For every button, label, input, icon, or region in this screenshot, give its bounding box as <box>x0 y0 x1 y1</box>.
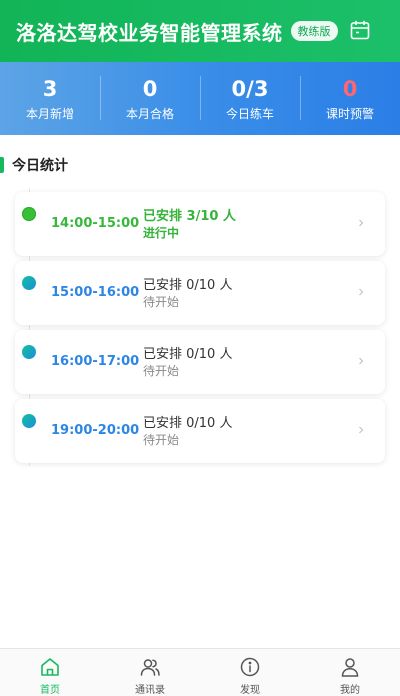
home-icon <box>41 658 59 676</box>
calendar-icon[interactable] <box>350 20 370 40</box>
arranged-count: 已安排 0/10 人 <box>143 416 233 431</box>
section-accent-bar <box>0 157 4 173</box>
section-header: 今日统计 <box>0 156 68 174</box>
chevron-right-icon <box>359 357 364 365</box>
tab-label: 发现 <box>240 685 260 696</box>
tab-label: 我的 <box>340 685 360 696</box>
stats-panel: 3 本月新增 0 本月合格 0/3 今日练车 0 课时预警 <box>0 62 400 135</box>
time-slot: 15:00-16:00 <box>51 285 140 300</box>
role-badge: 教练版 <box>290 21 338 41</box>
app-header: 洛洛达驾校业务智能管理系统 教练版 <box>0 0 400 62</box>
stat-label: 今日练车 <box>225 106 274 121</box>
schedule-card[interactable]: 15:00-16:00 已安排 0/10 人 待开始 <box>15 261 385 325</box>
arranged-count: 已安排 3/10 人 <box>143 209 236 224</box>
slot-info: 已安排 3/10 人 进行中 <box>143 208 236 242</box>
stat-hours-warning[interactable]: 0 课时预警 <box>300 62 400 135</box>
stat-value: 0/3 <box>231 76 269 101</box>
stat-label: 课时预警 <box>325 106 374 121</box>
schedule-card[interactable]: 14:00-15:00 已安排 3/10 人 进行中 <box>15 192 385 256</box>
chevron-right-icon <box>359 219 364 227</box>
arranged-count: 已安排 0/10 人 <box>143 347 233 362</box>
slot-info: 已安排 0/10 人 待开始 <box>143 415 232 449</box>
tab-discover[interactable]: 发现 <box>200 649 300 696</box>
slot-status: 待开始 <box>143 433 180 447</box>
tab-profile[interactable]: 我的 <box>300 649 400 696</box>
status-dot <box>22 207 36 221</box>
bottom-tab-bar: 首页 通讯录 发现 我的 <box>0 648 400 696</box>
tab-label: 首页 <box>40 685 60 696</box>
status-dot <box>22 276 36 290</box>
schedule-card[interactable]: 16:00-17:00 已安排 0/10 人 待开始 <box>15 330 385 394</box>
tab-home[interactable]: 首页 <box>0 649 100 696</box>
schedule-card[interactable]: 19:00-20:00 已安排 0/10 人 待开始 <box>15 399 385 463</box>
chevron-right-icon <box>359 288 364 296</box>
slot-status: 进行中 <box>143 226 180 240</box>
tab-contacts[interactable]: 通讯录 <box>100 649 200 696</box>
slot-info: 已安排 0/10 人 待开始 <box>143 277 232 311</box>
slot-status: 待开始 <box>143 295 180 309</box>
stat-label: 本月合格 <box>125 106 174 121</box>
stat-value: 0 <box>142 76 158 101</box>
status-dot <box>22 414 36 428</box>
stat-monthly-passed[interactable]: 0 本月合格 <box>100 62 200 135</box>
profile-icon <box>341 658 359 677</box>
stat-monthly-new[interactable]: 3 本月新增 <box>0 62 100 135</box>
chevron-right-icon <box>359 426 364 434</box>
stat-today-practice[interactable]: 0/3 今日练车 <box>200 62 300 135</box>
stat-value: 3 <box>42 76 58 101</box>
stat-label: 本月新增 <box>25 106 74 121</box>
time-slot: 19:00-20:00 <box>51 423 140 438</box>
time-slot: 16:00-17:00 <box>51 354 140 369</box>
section-title: 今日统计 <box>12 158 68 174</box>
slot-status: 待开始 <box>143 364 180 378</box>
app-title: 洛洛达驾校业务智能管理系统 <box>16 20 283 45</box>
tab-label: 通讯录 <box>135 685 165 696</box>
slot-info: 已安排 0/10 人 待开始 <box>143 346 232 380</box>
time-slot: 14:00-15:00 <box>51 216 140 231</box>
status-dot <box>22 345 36 359</box>
contacts-icon <box>140 659 160 676</box>
discover-icon <box>240 657 260 677</box>
arranged-count: 已安排 0/10 人 <box>143 278 233 293</box>
stat-value: 0 <box>342 76 358 101</box>
